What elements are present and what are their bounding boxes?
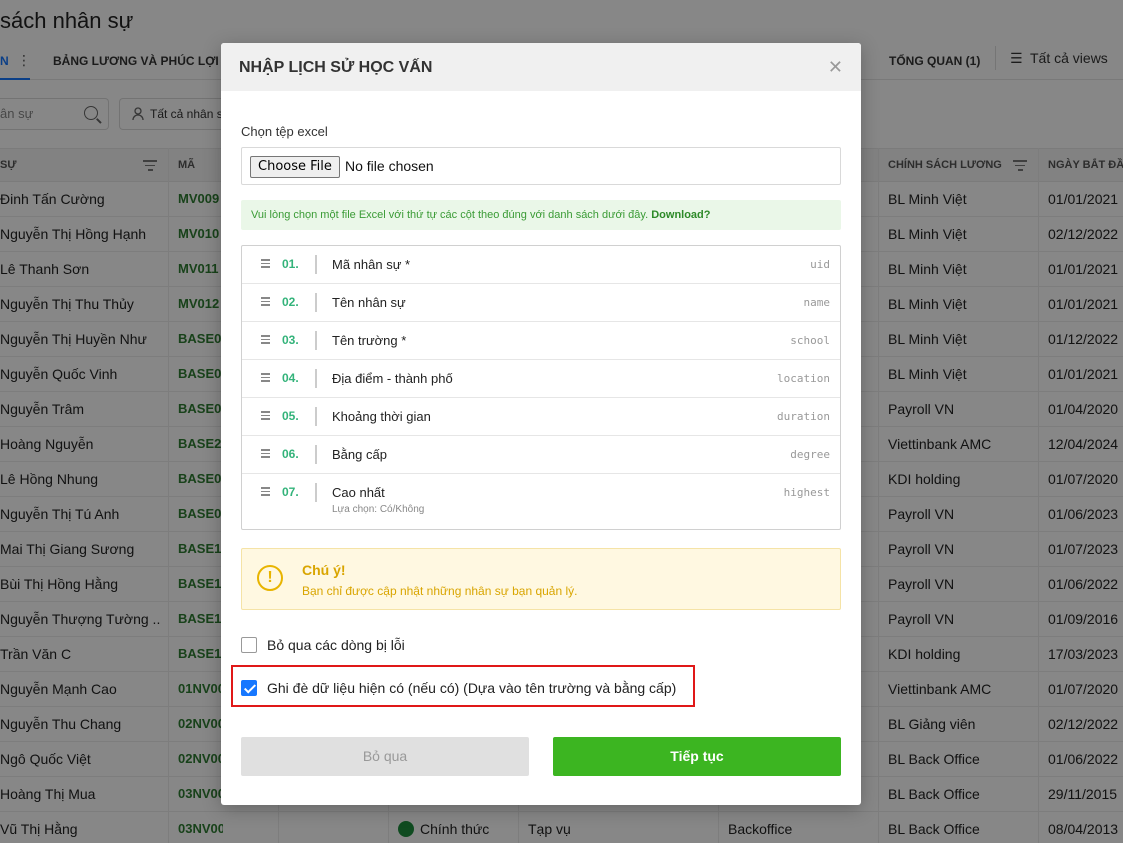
column-number: 05. bbox=[282, 409, 299, 423]
drag-handle-icon[interactable] bbox=[261, 487, 270, 496]
column-key: degree bbox=[790, 448, 830, 461]
info-banner: Vui lòng chọn một file Excel với thứ tự … bbox=[241, 200, 841, 230]
overwrite-label: Ghi đè dữ liệu hiện có (nếu có) (Dựa vào… bbox=[267, 680, 677, 696]
column-divider bbox=[315, 255, 317, 274]
info-text: Vui lòng chọn một file Excel với thứ tự … bbox=[251, 209, 649, 221]
skip-errors-checkbox[interactable] bbox=[241, 637, 257, 653]
choose-file-button[interactable]: Choose File bbox=[250, 156, 340, 178]
column-name: Bằng cấp bbox=[332, 447, 387, 462]
column-key: highest bbox=[783, 486, 830, 499]
column-divider bbox=[315, 483, 317, 502]
column-item[interactable]: 04. Địa điểm - thành phố location bbox=[242, 360, 840, 398]
column-divider bbox=[315, 331, 317, 350]
column-item[interactable]: 02. Tên nhân sự name bbox=[242, 284, 840, 322]
warning-icon: ! bbox=[257, 565, 283, 591]
drag-handle-icon[interactable] bbox=[261, 259, 270, 268]
column-key: name bbox=[803, 296, 831, 309]
drag-handle-icon[interactable] bbox=[261, 335, 270, 344]
column-divider bbox=[315, 445, 317, 464]
import-education-dialog: NHẬP LỊCH SỬ HỌC VẤN ✕ Chọn tệp excel Ch… bbox=[221, 43, 861, 805]
column-number: 04. bbox=[282, 371, 299, 385]
warning-text: Bạn chỉ được cập nhật những nhân sự bạn … bbox=[302, 584, 578, 598]
cancel-button[interactable]: Bỏ qua bbox=[241, 737, 529, 776]
file-input[interactable]: Choose File No file chosen bbox=[241, 147, 841, 185]
column-list: 01. Mã nhân sự * uid 02. Tên nhân sự name 03. T… bbox=[241, 245, 841, 530]
column-name: Tên nhân sự bbox=[332, 295, 406, 310]
column-number: 03. bbox=[282, 333, 299, 347]
download-link[interactable]: Download? bbox=[651, 209, 710, 221]
column-hint: Lựa chọn: Có/Không bbox=[332, 504, 425, 515]
column-item[interactable]: 05. Khoảng thời gian duration bbox=[242, 398, 840, 436]
drag-handle-icon[interactable] bbox=[261, 411, 270, 420]
drag-handle-icon[interactable] bbox=[261, 373, 270, 382]
column-divider bbox=[315, 293, 317, 312]
column-key: school bbox=[790, 334, 830, 347]
overwrite-checkbox[interactable] bbox=[241, 680, 257, 696]
skip-errors-label: Bỏ qua các dòng bị lỗi bbox=[267, 637, 405, 653]
column-item[interactable]: 06. Bằng cấp degree bbox=[242, 436, 840, 474]
column-number: 07. bbox=[282, 485, 299, 499]
column-item[interactable]: 07. Cao nhất Lựa chọn: Có/Không highest bbox=[242, 474, 840, 528]
no-file-text: No file chosen bbox=[345, 158, 434, 174]
warning-title: Chú ý! bbox=[302, 562, 346, 578]
file-label: Chọn tệp excel bbox=[241, 124, 328, 139]
column-name: Mã nhân sự * bbox=[332, 257, 411, 272]
column-name: Cao nhất bbox=[332, 485, 385, 500]
dialog-header: NHẬP LỊCH SỬ HỌC VẤN ✕ bbox=[221, 43, 861, 91]
column-number: 06. bbox=[282, 447, 299, 461]
column-key: uid bbox=[810, 258, 830, 271]
warning-box: ! Chú ý! Bạn chỉ được cập nhật những nhâ… bbox=[241, 548, 841, 610]
column-name: Tên trường * bbox=[332, 333, 407, 348]
column-number: 01. bbox=[282, 257, 299, 271]
column-divider bbox=[315, 369, 317, 388]
column-number: 02. bbox=[282, 295, 299, 309]
drag-handle-icon[interactable] bbox=[261, 297, 270, 306]
column-item[interactable]: 01. Mã nhân sự * uid bbox=[242, 246, 840, 284]
column-key: duration bbox=[777, 410, 830, 423]
column-divider bbox=[315, 407, 317, 426]
continue-button[interactable]: Tiếp tục bbox=[553, 737, 841, 776]
dialog-title: NHẬP LỊCH SỬ HỌC VẤN bbox=[239, 59, 433, 76]
column-key: location bbox=[777, 372, 830, 385]
close-icon[interactable]: ✕ bbox=[828, 57, 843, 78]
column-name: Địa điểm - thành phố bbox=[332, 371, 453, 386]
drag-handle-icon[interactable] bbox=[261, 449, 270, 458]
column-name: Khoảng thời gian bbox=[332, 409, 431, 424]
column-item[interactable]: 03. Tên trường * school bbox=[242, 322, 840, 360]
